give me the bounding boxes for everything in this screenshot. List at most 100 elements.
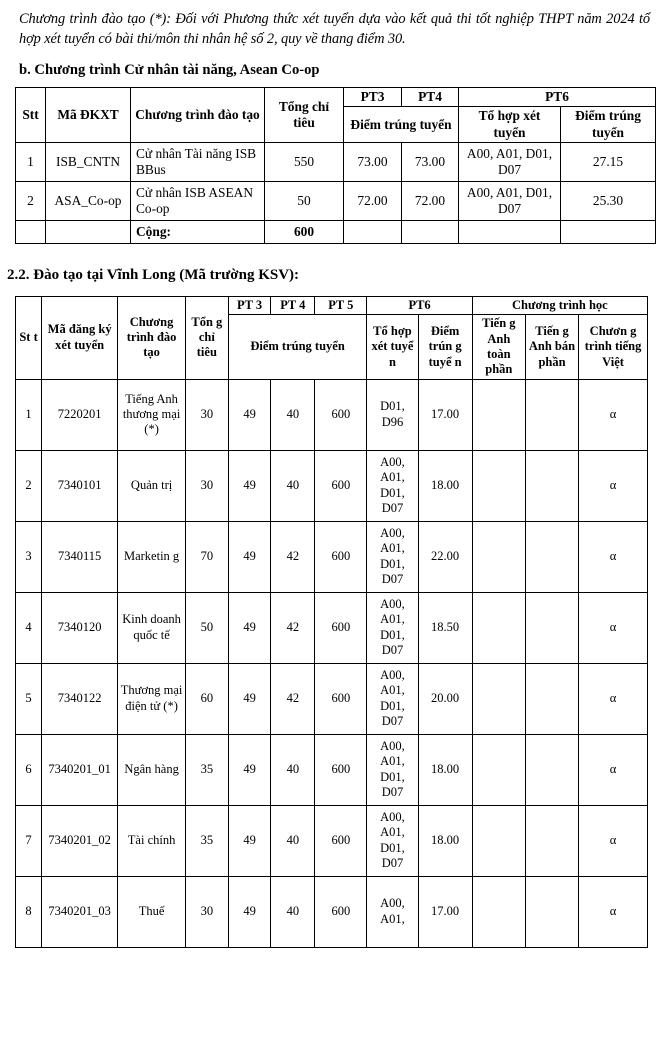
cell-pt5: 600 <box>314 875 368 948</box>
col-header-pt6-score: Điểm trún g tuyể n <box>417 314 473 380</box>
cell-ma-dang-ky: 7340120 <box>41 591 119 664</box>
vinh-long-program-table: St t Mã đăng ký xét tuyển Chương trình đ… <box>14 295 649 948</box>
col-header-score-pt345: Điểm trúng tuyển <box>227 314 368 380</box>
cell-quota: 35 <box>184 733 229 806</box>
cell-english-partial <box>524 520 580 593</box>
cell-pt6-score: 18.00 <box>417 449 473 522</box>
table-row: 5 7340122 Thương mại điện tử (*) 60 49 42 600 A… <box>14 662 648 735</box>
cell-pt6-score: 22.00 <box>417 520 473 593</box>
cell-pt3: 49 <box>227 662 272 735</box>
cell-english-full <box>471 875 526 948</box>
cell-total-value: 600 <box>264 220 344 245</box>
cell-program: Quản trị <box>117 449 186 522</box>
cell-pt4: 42 <box>270 662 316 735</box>
cell-pt5: 600 <box>314 804 368 877</box>
cell-ma-dang-ky: 7220201 <box>41 378 119 451</box>
table-row: 1 ISB_CNTN Cử nhân Tài năng ISB BBus 550… <box>15 142 656 183</box>
col-header-pt6-score: Điểm trúng tuyển <box>560 106 656 144</box>
cell-pt4: 40 <box>270 449 316 522</box>
cell-english-full <box>471 804 526 877</box>
cell-english-full <box>471 662 526 735</box>
cell-vietnamese-program: α <box>578 591 648 664</box>
cell-vietnamese-program: α <box>578 733 648 806</box>
cell-total-label: Cộng: <box>130 220 265 245</box>
cell-pt5: 600 <box>314 662 368 735</box>
col-header-pt6-combo: Tổ hợp xét tuyển <box>458 106 561 144</box>
cell-pt5: 600 <box>314 733 368 806</box>
cell-english-partial <box>524 449 580 522</box>
cell-pt6-score: 18.00 <box>417 804 473 877</box>
table-total-row: Cộng: 600 <box>15 220 656 245</box>
cell-english-partial <box>524 733 580 806</box>
col-header-pt6: PT6 <box>458 86 656 108</box>
cell-pt6-combo: D01, D96 <box>366 378 419 451</box>
col-header-program: Chương trình đào tạo <box>130 86 265 144</box>
cell-pt3: 49 <box>227 733 272 806</box>
table-row: 7 7340201_02 Tài chính 35 49 40 600 A00, A01, D… <box>14 804 648 877</box>
cell-pt6-score: 17.00 <box>417 875 473 948</box>
col-header-pt3: PT3 <box>343 86 402 108</box>
cell-vietnamese-program: α <box>578 520 648 593</box>
cell-program: Tài chính <box>117 804 186 877</box>
cell-pt6-combo: A00, A01, D01, D07 <box>366 591 419 664</box>
cell-pt3: 49 <box>227 378 272 451</box>
col-header-vietnamese-program: Chươn g trình tiếng Việt <box>578 314 648 380</box>
cell-quota: 50 <box>184 591 229 664</box>
cell-ma-dkxt: ASA_Co-op <box>45 181 131 222</box>
cell-english-partial <box>524 662 580 735</box>
cell-pt5: 600 <box>314 378 368 451</box>
table-header-row-top: Stt Mã ĐKXT Chương trình đào tạo Tổng ch… <box>15 86 656 144</box>
cell-english-full <box>471 378 526 451</box>
cell-quota: 35 <box>184 804 229 877</box>
cell-vietnamese-program: α <box>578 449 648 522</box>
cell-pt5: 600 <box>314 449 368 522</box>
cell-pt4: 40 <box>270 804 316 877</box>
cell-vietnamese-program: α <box>578 662 648 735</box>
cell-stt: 1 <box>15 142 46 183</box>
cell-pt6-score: 17.00 <box>417 378 473 451</box>
col-header-program: Chương trình đào tạo <box>117 295 186 380</box>
cell-pt3: 49 <box>227 804 272 877</box>
cell-pt6-score: 18.00 <box>417 733 473 806</box>
talent-program-table: Stt Mã ĐKXT Chương trình đào tạo Tổng ch… <box>15 86 656 245</box>
cell-program: Cử nhân Tài năng ISB BBus <box>130 142 265 183</box>
cell-pt6-combo: A00, A01, D01, D07 <box>366 804 419 877</box>
col-header-stt: St t <box>14 295 43 380</box>
cell-program: Tiếng Anh thương mại (*) <box>117 378 186 451</box>
cell-ma-dang-ky: 7340115 <box>41 520 119 593</box>
col-header-quota: Tổng chỉ tiêu <box>264 86 344 144</box>
cell-empty <box>45 220 131 245</box>
intro-note: Chương trình đào tạo (*): Đối với Phương… <box>19 11 650 48</box>
cell-english-partial <box>524 591 580 664</box>
cell-ma-dang-ky: 7340201_01 <box>41 733 119 806</box>
col-header-ma-dang-ky: Mã đăng ký xét tuyển <box>41 295 119 380</box>
table-row: 2 7340101 Quản trị 30 49 40 600 A00, A01, D01, … <box>14 449 648 522</box>
cell-pt4: 73.00 <box>401 142 459 183</box>
cell-pt6-score: 18.50 <box>417 591 473 664</box>
cell-quota: 50 <box>264 181 344 222</box>
cell-ma-dang-ky: 7340122 <box>41 662 119 735</box>
cell-pt4: 42 <box>270 520 316 593</box>
cell-pt5: 600 <box>314 520 368 593</box>
cell-quota: 30 <box>184 875 229 948</box>
cell-stt: 5 <box>14 662 43 735</box>
cell-pt3: 49 <box>227 520 272 593</box>
cell-english-partial <box>524 804 580 877</box>
col-header-english-partial: Tiến g Anh bán phần <box>524 314 580 380</box>
col-header-score-pt34: Điểm trúng tuyển <box>343 106 459 144</box>
cell-stt: 3 <box>14 520 43 593</box>
cell-empty <box>401 220 459 245</box>
col-header-pt6: PT6 <box>366 295 473 316</box>
cell-english-full <box>471 591 526 664</box>
cell-pt5: 600 <box>314 591 368 664</box>
cell-pt6-combo: A00, A01, D01, D07 <box>458 181 561 222</box>
section-2-2-heading: 2.2. Đào tạo tại Vĩnh Long (Mã trường KS… <box>7 267 300 284</box>
cell-program: Kinh doanh quốc tế <box>117 591 186 664</box>
cell-quota: 60 <box>184 662 229 735</box>
cell-ma-dang-ky: 7340201_02 <box>41 804 119 877</box>
cell-pt6-combo: A00, A01, D01, D07 <box>366 662 419 735</box>
cell-pt6-score: 25.30 <box>560 181 656 222</box>
cell-vietnamese-program: α <box>578 875 648 948</box>
cell-empty <box>560 220 656 245</box>
cell-pt6-score: 27.15 <box>560 142 656 183</box>
